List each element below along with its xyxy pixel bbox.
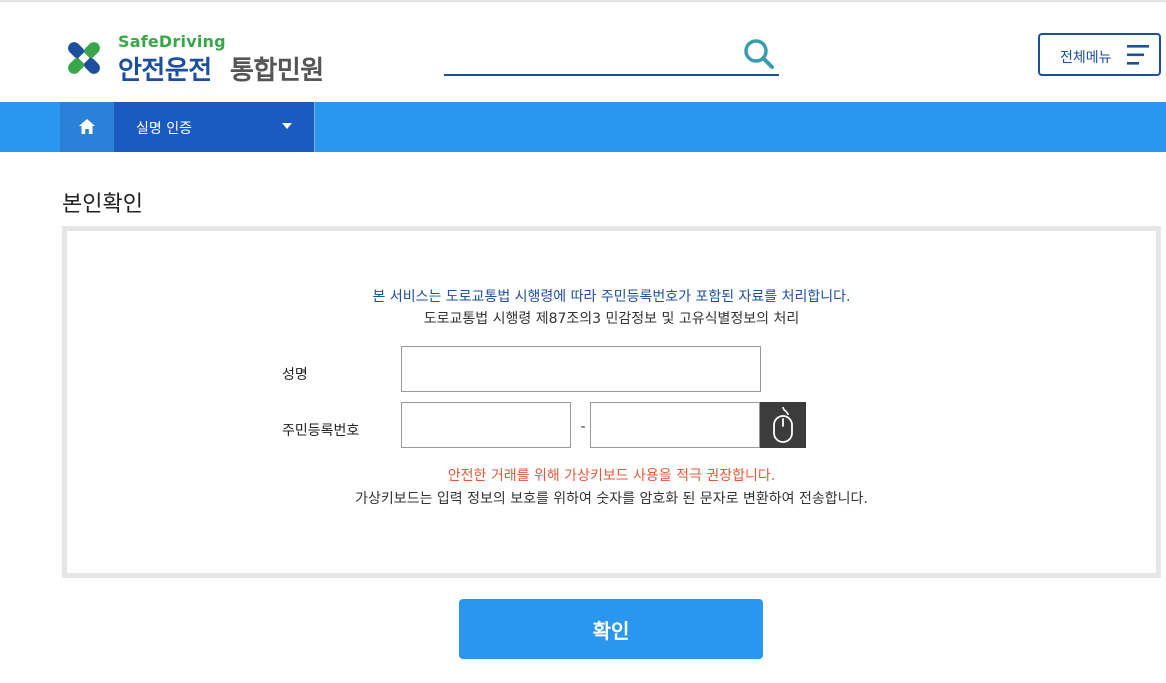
all-menu-button[interactable]: 전체메뉴 [1038, 33, 1161, 76]
virtual-keyboard-button[interactable] [760, 402, 806, 448]
page-title: 본인확인 [62, 192, 143, 217]
caret-down-icon [282, 123, 292, 129]
search-bar [444, 36, 779, 76]
nav-dropdown-real-name-auth[interactable]: 실명 인증 [114, 102, 315, 152]
identity-form: 본 서비스는 도로교통법 시행령에 따라 주민등록번호가 포함된 자료를 처리합… [62, 226, 1161, 578]
keyboard-warning: 안전한 거래를 위해 가상키보드 사용을 적극 권장합니다. [447, 468, 776, 484]
search-button[interactable] [741, 36, 777, 72]
site-logo[interactable]: SafeDriving 안전운전 통합민원 [60, 32, 350, 86]
search-icon [744, 39, 774, 69]
logo-subtitle: 통합민원 [230, 56, 324, 86]
clover-logo-icon [68, 42, 100, 74]
search-input[interactable] [444, 36, 734, 72]
rrn-label: 주민등록번호 [282, 423, 360, 439]
rrn-second-input[interactable] [590, 402, 760, 448]
name-label: 성명 [282, 367, 308, 383]
confirm-button[interactable]: 확인 [459, 599, 763, 659]
notice-primary: 본 서비스는 도로교통법 시행령에 따라 주민등록번호가 포함된 자료를 처리합… [372, 289, 851, 305]
hamburger-icon [1127, 45, 1149, 65]
logo-title: 안전운전 [118, 56, 212, 86]
nav-bar: 실명 인증 [0, 102, 1166, 152]
rrn-first-input[interactable] [401, 402, 571, 448]
home-icon [79, 119, 95, 134]
mouse-icon [773, 406, 793, 443]
keyboard-info: 가상키보드는 입력 정보의 보호를 위하여 숫자를 암호화 된 문자로 변환하여… [355, 491, 868, 507]
notice-secondary: 도로교통법 시행령 제87조의3 민감정보 및 고유식별정보의 처리 [423, 311, 800, 327]
all-menu-label: 전체메뉴 [1060, 50, 1112, 66]
logo-tagline: SafeDriving [118, 32, 226, 51]
nav-dropdown-label: 실명 인증 [136, 121, 192, 137]
home-button[interactable] [60, 102, 114, 152]
top-divider [0, 0, 1166, 2]
rrn-dash: - [580, 419, 586, 435]
name-input[interactable] [401, 346, 761, 392]
